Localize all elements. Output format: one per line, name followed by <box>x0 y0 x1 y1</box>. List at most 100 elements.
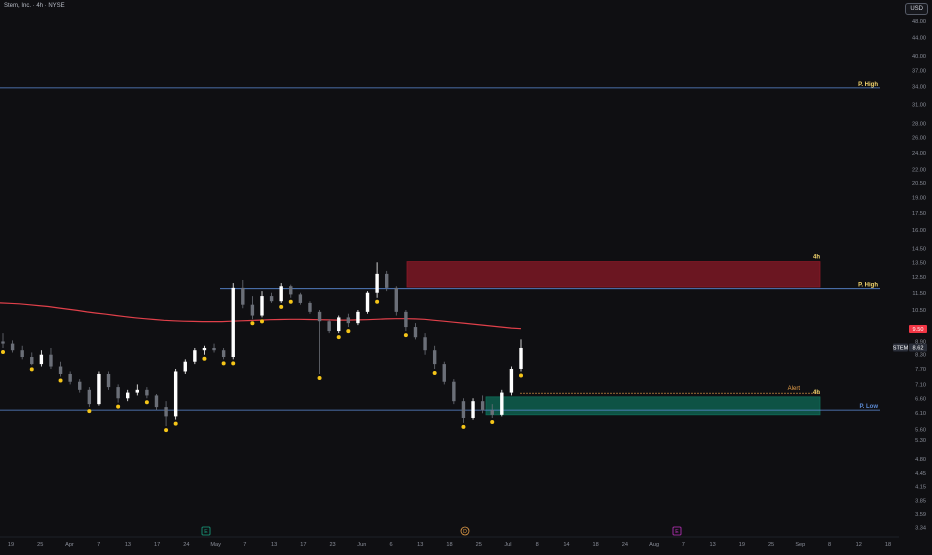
pivot-dot <box>260 319 264 324</box>
candle <box>260 291 264 318</box>
candle <box>500 389 504 417</box>
candle <box>461 398 466 423</box>
candle-body <box>308 302 312 312</box>
supply-zone <box>406 261 821 288</box>
x-tick-label: 13 <box>271 542 277 548</box>
candle <box>126 389 130 402</box>
candle <box>423 333 427 355</box>
candle <box>221 347 226 360</box>
x-tick-label: 13 <box>125 542 131 548</box>
pivot-dot <box>519 373 523 378</box>
candle-body <box>298 294 303 303</box>
chart-area[interactable]: 48.00 44.00 40.00 37.00 34.00 31.00 28.00 26.00… <box>0 0 932 550</box>
candle-body <box>279 286 283 302</box>
pivot-dot <box>116 404 121 409</box>
zone-timeframe-label: 4h <box>813 390 820 396</box>
candle <box>346 313 351 328</box>
pivot-dot <box>202 356 207 361</box>
candle-body <box>193 350 197 362</box>
candle <box>135 384 139 396</box>
candle <box>106 371 111 390</box>
candle <box>1 333 5 348</box>
candle-body <box>39 354 44 365</box>
candle-body <box>423 337 427 351</box>
candle-body <box>202 347 207 351</box>
y-tick-label: 6.60 <box>915 396 926 402</box>
candle-body <box>78 381 82 390</box>
candle-body <box>154 395 159 408</box>
x-tick-label: 14 <box>563 542 569 548</box>
pivot-dot <box>173 421 178 426</box>
candle <box>164 401 168 427</box>
y-tick-label: 3.59 <box>915 512 926 518</box>
candle <box>58 361 63 377</box>
candle <box>327 319 331 334</box>
y-tick-label: 3.34 <box>915 526 926 532</box>
candle <box>145 387 149 399</box>
candle <box>20 345 24 360</box>
candle-body <box>269 296 274 302</box>
candle-body <box>106 373 111 388</box>
x-tick-label: Jun <box>357 542 366 548</box>
candle-body <box>385 273 389 288</box>
candle-body <box>452 381 456 402</box>
pivot-dot <box>375 299 380 304</box>
y-tick-label: 20.50 <box>912 181 926 187</box>
x-tick-label: 7 <box>682 542 685 548</box>
candle-body <box>365 292 370 312</box>
candle-body <box>490 410 494 415</box>
x-tick-label: 8 <box>828 542 831 548</box>
price-label-text: 8.62 <box>913 346 924 352</box>
pivot-dot <box>87 409 92 414</box>
candle-body <box>20 350 24 358</box>
price-label-text: 9.50 <box>913 327 924 333</box>
y-tick-label: 16.00 <box>912 228 926 234</box>
x-tick-label: 25 <box>37 542 43 548</box>
candle <box>30 352 34 366</box>
level-label: P. High <box>858 82 878 88</box>
level-label: P. Low <box>859 404 878 410</box>
event-marker-glyph: E <box>675 529 679 535</box>
candle-body <box>1 341 5 344</box>
alert-label: Alert <box>788 386 801 392</box>
price-chart[interactable]: 48.00 44.00 40.00 37.00 34.00 31.00 28.00 26.00… <box>0 0 932 550</box>
x-tick-label: 18 <box>593 542 599 548</box>
y-tick-label: 11.50 <box>912 291 926 297</box>
candle <box>471 398 475 420</box>
x-tick-label: 18 <box>446 542 452 548</box>
y-tick-label: 4.80 <box>915 457 926 463</box>
pivot-dot <box>231 361 236 366</box>
y-tick-label: 6.10 <box>915 411 926 417</box>
candle-body <box>183 361 187 372</box>
y-tick-label: 14.50 <box>912 247 926 253</box>
candle <box>10 340 15 353</box>
candle <box>212 343 216 353</box>
candle-body <box>404 311 408 328</box>
y-tick-label: 10.50 <box>912 308 926 314</box>
y-tick-label: 5.60 <box>915 427 926 433</box>
currency-button[interactable]: USD <box>905 3 928 15</box>
pivot-dot <box>164 428 169 433</box>
candle <box>269 292 274 303</box>
x-tick-label: 7 <box>243 542 246 548</box>
candle <box>519 339 523 372</box>
symbol-title[interactable]: Stem, Inc. · 4h · NYSE <box>4 3 65 9</box>
candle <box>404 310 408 332</box>
y-tick-label: 37.00 <box>912 69 926 75</box>
candle <box>241 279 245 309</box>
candle-body <box>289 286 293 295</box>
candle-body <box>126 392 130 399</box>
y-tick-label: 24.00 <box>912 151 926 157</box>
pivot-dot <box>279 304 284 309</box>
candle <box>279 283 283 303</box>
x-tick-label: 13 <box>709 542 715 548</box>
x-tick-label: 19 <box>8 542 14 548</box>
candle <box>68 371 72 385</box>
candle-body <box>30 357 34 365</box>
pivot-dot <box>288 299 293 304</box>
candle-body <box>509 368 514 393</box>
x-tick-label: Aug <box>649 542 659 548</box>
candle-body <box>10 343 15 351</box>
candle-body <box>250 304 255 316</box>
x-tick-label: 7 <box>97 542 100 548</box>
